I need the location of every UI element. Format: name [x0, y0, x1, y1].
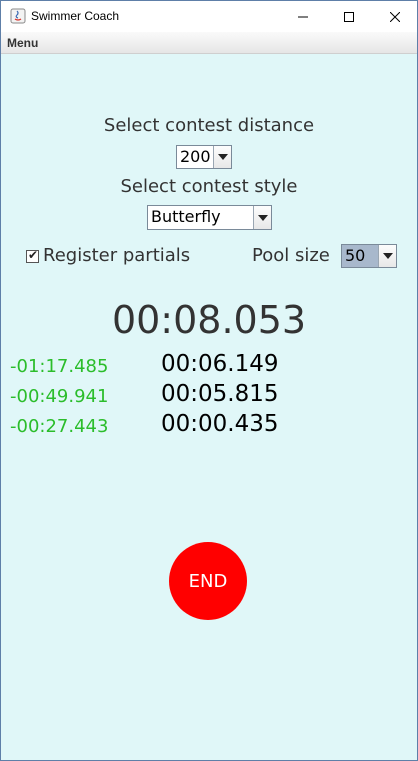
distance-select[interactable]: 200: [176, 145, 232, 169]
check-icon: ✔: [28, 248, 39, 262]
main-panel: Select contest distance 200 Select conte…: [1, 55, 417, 760]
window-title: Swimmer Coach: [31, 9, 120, 23]
menu-item-menu[interactable]: Menu: [7, 36, 38, 50]
menu-bar: Menu: [1, 32, 417, 54]
close-button[interactable]: [372, 1, 418, 32]
chevron-down-icon[interactable]: [253, 206, 271, 229]
style-label: Select contest style: [120, 176, 298, 197]
main-timer: 00:08.053: [111, 298, 307, 342]
end-button[interactable]: END: [169, 542, 247, 620]
minimize-icon: [298, 16, 308, 17]
split-time: 00:05.815: [161, 381, 279, 407]
style-value: Butterfly: [151, 207, 221, 226]
pool-size-select[interactable]: 50: [341, 244, 397, 268]
pool-size-value: 50: [345, 246, 366, 265]
distance-label: Select contest distance: [103, 115, 315, 136]
app-window: Swimmer Coach Menu Select contest distan…: [0, 0, 418, 761]
chevron-down-icon[interactable]: [213, 146, 231, 168]
partials-checkbox[interactable]: ✔: [26, 248, 39, 263]
title-bar[interactable]: Swimmer Coach: [1, 1, 417, 32]
maximize-icon: [344, 11, 354, 22]
close-icon: [390, 11, 400, 22]
split-time: 00:06.149: [161, 351, 279, 377]
split-diff: -00:27.443: [10, 416, 109, 437]
distance-value: 200: [180, 147, 211, 166]
pool-size-label: Pool size: [252, 245, 330, 266]
minimize-button[interactable]: [280, 1, 326, 32]
split-diff: -00:49.941: [10, 386, 109, 407]
partials-label: Register partials: [43, 245, 191, 266]
style-select[interactable]: Butterfly: [147, 205, 272, 230]
maximize-button[interactable]: [326, 1, 372, 32]
split-diff: -01:17.485: [10, 356, 109, 377]
java-app-icon: [10, 8, 26, 24]
chevron-down-icon[interactable]: [378, 245, 396, 267]
end-button-label: END: [188, 570, 228, 592]
split-time: 00:00.435: [161, 411, 279, 437]
